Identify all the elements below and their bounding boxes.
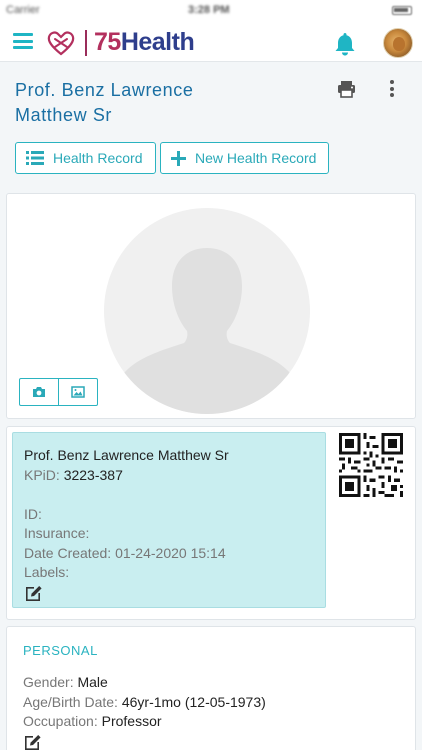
occupation-value: Professor [101,713,162,729]
app-logo: 75Health [94,28,195,56]
age-row: Age/Birth Date: 46yr-1mo (12-05-1973) [23,693,266,710]
battery-icon [392,6,412,15]
patient-title-line1: Prof. Benz Lawrence [15,80,194,100]
hamburger-icon[interactable] [13,33,33,49]
list-icon [26,151,44,165]
carrier-label: Carrier [6,4,40,16]
patient-title-line2: Matthew Sr [15,105,113,125]
personal-details: Gender: Male Age/Birth Date: 46yr-1mo (1… [23,673,266,750]
health-record-button[interactable]: Health Record [15,142,156,174]
kpid-row: KPiD: 3223-387 [24,466,123,483]
more-options-icon[interactable] [388,80,396,98]
image-icon [71,386,85,398]
take-photo-button[interactable] [19,378,59,406]
gender-value: Male [77,674,108,690]
edit-icon[interactable] [24,584,43,602]
photo-card [6,193,416,419]
choose-image-button[interactable] [58,378,98,406]
age-value: 46yr-1mo (12-05-1973) [121,693,266,710]
patient-title: Prof. Benz Lawrence Matthew Sr [15,78,275,128]
new-health-record-button[interactable]: New Health Record [160,142,329,174]
status-bar: Carrier 3:28 PM [0,0,422,22]
date-created-row: Date Created: 01-24-2020 15:14 [24,544,226,561]
user-avatar[interactable] [383,28,413,58]
id-row: ID: [24,505,42,522]
kpid-value: 3223-387 [63,466,123,483]
patient-info-box: Prof. Benz Lawrence Matthew Sr KPiD: 322… [12,432,326,608]
insurance-row: Insurance: [24,525,90,541]
bell-icon[interactable] [333,31,357,57]
personal-section-title: PERSONAL [23,643,98,658]
camera-icon [33,387,45,397]
date-created-value: 01-24-2020 15:14 [115,544,226,561]
person-silhouette-icon [120,248,294,414]
qr-code [339,433,403,497]
patient-full-name: Prof. Benz Lawrence Matthew Sr [24,447,229,463]
print-icon[interactable] [337,80,356,98]
logo-heart-icon [47,31,75,56]
health-record-label: Health Record [53,150,143,166]
patient-info-card: Prof. Benz Lawrence Matthew Sr KPiD: 322… [6,426,416,620]
status-time: 3:28 PM [188,4,230,16]
logo-divider [85,30,87,56]
edit-icon[interactable] [23,733,42,750]
profile-placeholder-image [104,208,310,414]
plus-icon [171,150,186,166]
new-health-record-label: New Health Record [195,150,317,166]
labels-row: Labels: [24,564,70,580]
occupation-row: Occupation: Professor [23,713,162,729]
personal-card: PERSONAL Gender: Male Age/Birth Date: 46… [6,626,416,750]
app-bar: 75Health [0,22,422,62]
gender-row: Gender: Male [23,674,108,690]
